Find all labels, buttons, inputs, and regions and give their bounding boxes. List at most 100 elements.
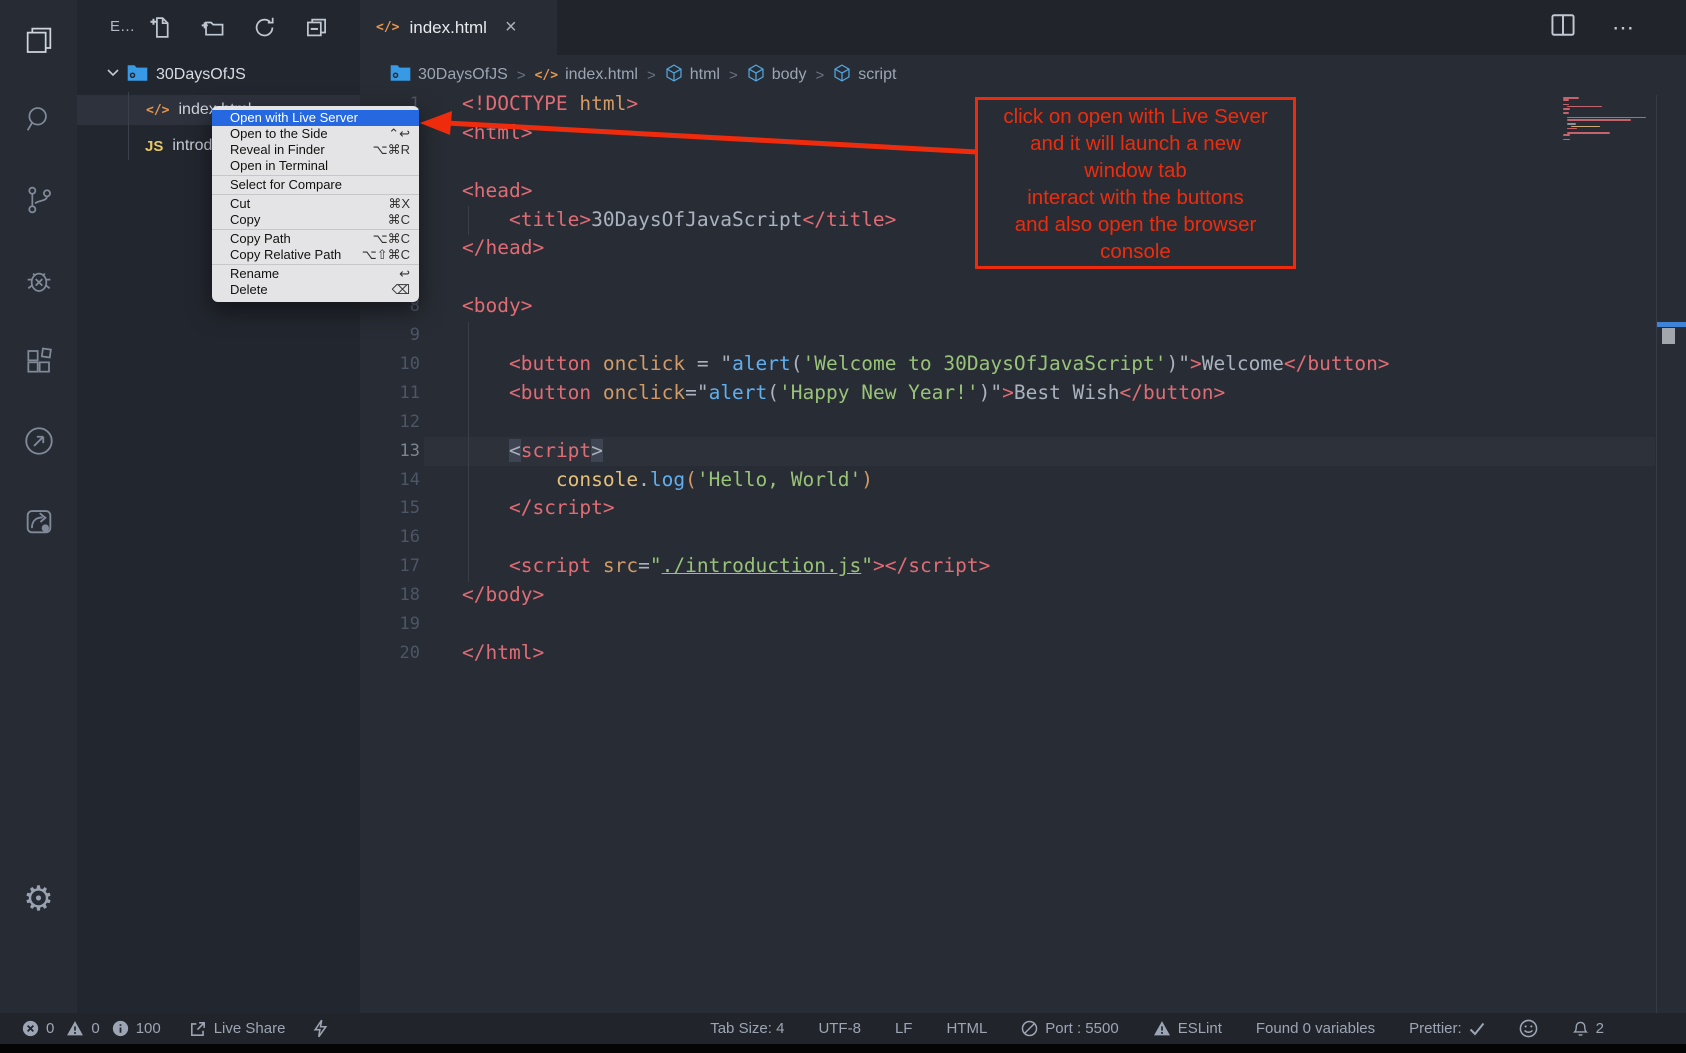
breadcrumb-separator: >: [517, 67, 526, 84]
code-line[interactable]: <button onclick = "alert('Welcome to 30D…: [462, 350, 1390, 379]
refresh-icon[interactable]: [253, 16, 276, 44]
explorer-icon[interactable]: [0, 10, 77, 70]
line-number: 14: [360, 466, 420, 495]
line-number: 9: [360, 321, 420, 350]
share-icon[interactable]: [0, 491, 77, 551]
explorer-title: E…: [110, 18, 135, 35]
circle-slash-icon: [1021, 1020, 1038, 1037]
line-number: 10: [360, 350, 420, 379]
code-line[interactable]: [462, 523, 1390, 552]
html-file-icon: </>: [535, 68, 558, 83]
code-line[interactable]: </html>: [462, 639, 1390, 668]
code-line[interactable]: <script>: [462, 437, 1390, 466]
code-line[interactable]: [462, 408, 1390, 437]
context-menu-item[interactable]: Copy⌘C: [212, 212, 419, 228]
close-icon[interactable]: ×: [505, 16, 517, 39]
context-menu-item[interactable]: Reveal in Finder⌥⌘R: [212, 142, 419, 158]
run-debug-icon[interactable]: [0, 251, 77, 311]
eol-status[interactable]: LF: [895, 1020, 913, 1037]
tree-indent-guide: [128, 92, 129, 160]
tab-size-status[interactable]: Tab Size: 4: [710, 1020, 784, 1037]
minimap-line: [1563, 112, 1569, 114]
code-line[interactable]: <body>: [462, 292, 1390, 321]
breadcrumb-script[interactable]: script: [833, 64, 896, 87]
tab-label: index.html: [409, 18, 486, 38]
port-status[interactable]: Port : 5500: [1021, 1020, 1118, 1037]
folder-icon: [390, 64, 411, 86]
minimap-line: [1563, 108, 1570, 110]
folder-icon: [127, 64, 148, 86]
live-share-status[interactable]: Live Share: [189, 1020, 286, 1038]
minimap-line: [1567, 123, 1575, 125]
lightning-icon[interactable]: [313, 1019, 328, 1038]
overview-ruler: [1656, 95, 1657, 1013]
context-menu-item[interactable]: Copy Relative Path⌥⇧⌘C: [212, 247, 419, 263]
breadcrumb-body[interactable]: body: [747, 64, 807, 87]
minimap[interactable]: [1563, 97, 1655, 145]
tab-bar: </> index.html × ⋯: [360, 0, 1686, 55]
minimap-line: [1563, 134, 1570, 136]
breadcrumb-folder[interactable]: 30DaysOfJS: [390, 64, 508, 86]
context-menu-item[interactable]: Rename↩: [212, 266, 419, 282]
encoding-status[interactable]: UTF-8: [818, 1020, 861, 1037]
source-control-icon[interactable]: [0, 170, 77, 230]
feedback-smiley-icon[interactable]: [1519, 1019, 1538, 1038]
folder-row-30daysofjs[interactable]: 30DaysOfJS: [77, 60, 360, 89]
prettier-status[interactable]: Prettier:: [1409, 1020, 1485, 1037]
context-menu-separator: [212, 175, 419, 176]
new-file-icon[interactable]: [149, 16, 172, 44]
problems-indicator[interactable]: 0 0 100: [22, 1020, 161, 1037]
info-icon: [112, 1020, 129, 1037]
code-line[interactable]: [462, 610, 1390, 639]
live-share-icon[interactable]: [0, 411, 77, 471]
vscode-window: ⚙ E… 30DaysOfJS </> index.html JS introd…: [0, 0, 1686, 1053]
more-actions-icon[interactable]: ⋯: [1612, 15, 1636, 41]
overview-ruler-marker[interactable]: [1662, 328, 1675, 344]
context-menu-item[interactable]: Open in Terminal: [212, 158, 419, 174]
language-status[interactable]: HTML: [946, 1020, 987, 1037]
context-menu-item[interactable]: Open with Live Server: [212, 110, 419, 126]
tab-index-html[interactable]: </> index.html ×: [360, 0, 557, 55]
notifications-bell[interactable]: 2: [1572, 1020, 1604, 1038]
js-file-icon: JS: [145, 138, 163, 155]
line-number: 15: [360, 494, 420, 523]
extensions-icon[interactable]: [0, 331, 77, 391]
html-file-icon: </>: [376, 20, 399, 35]
line-number: 11: [360, 379, 420, 408]
context-menu-item[interactable]: Delete⌫: [212, 282, 419, 298]
line-number: 16: [360, 523, 420, 552]
html-file-icon: </>: [146, 103, 169, 118]
context-menu-item[interactable]: Cut⌘X: [212, 196, 419, 212]
breadcrumb-html[interactable]: html: [665, 64, 720, 87]
context-menu-item[interactable]: Select for Compare: [212, 177, 419, 193]
warning-icon: [66, 1020, 84, 1037]
code-line[interactable]: </script>: [462, 494, 1390, 523]
variables-status[interactable]: Found 0 variables: [1256, 1020, 1375, 1037]
warning-icon: [1153, 1020, 1171, 1037]
context-menu-separator: [212, 264, 419, 265]
status-bar: 0 0 100 Live Share Tab Size: 4 UTF-8 LF …: [0, 1013, 1686, 1044]
line-number: 13: [360, 437, 420, 466]
line-number: 19: [360, 610, 420, 639]
breadcrumb-file[interactable]: </> index.html: [535, 66, 638, 84]
context-menu-item[interactable]: Open to the Side⌃↩: [212, 126, 419, 142]
new-folder-icon[interactable]: [201, 16, 224, 44]
settings-gear-icon[interactable]: ⚙: [0, 869, 77, 929]
code-line[interactable]: [462, 321, 1390, 350]
context-menu-item[interactable]: Copy Path⌥⌘C: [212, 231, 419, 247]
eslint-status[interactable]: ESLint: [1153, 1020, 1222, 1037]
search-icon[interactable]: [0, 89, 77, 149]
symbol-cube-icon: [665, 64, 683, 87]
split-editor-icon[interactable]: [1550, 12, 1576, 43]
breadcrumb-separator: >: [815, 67, 824, 84]
check-icon: [1469, 1022, 1485, 1036]
collapse-all-icon[interactable]: [305, 16, 328, 44]
overview-ruler-cursor-marker: [1657, 322, 1686, 327]
code-line[interactable]: </body>: [462, 581, 1390, 610]
annotation-box: click on open with Live Sever and it wil…: [975, 97, 1296, 269]
code-line[interactable]: <button onclick="alert('Happy New Year!'…: [462, 379, 1390, 408]
warning-count: 0: [91, 1020, 99, 1037]
symbol-cube-icon: [833, 64, 851, 87]
code-line[interactable]: console.log('Hello, World'): [462, 466, 1390, 495]
code-line[interactable]: <script src="./introduction.js"></script…: [462, 552, 1390, 581]
